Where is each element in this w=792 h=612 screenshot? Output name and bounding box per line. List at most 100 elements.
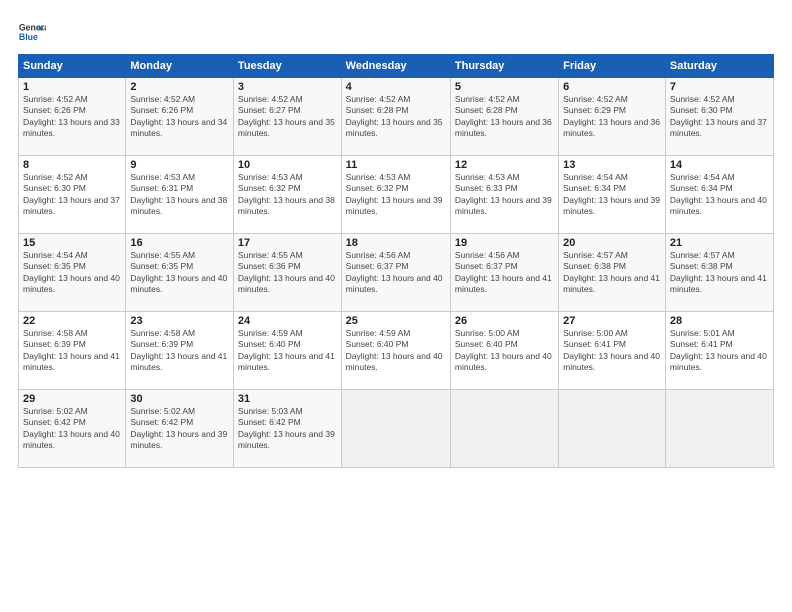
- calendar-day-cell: 29Sunrise: 5:02 AMSunset: 6:42 PMDayligh…: [19, 390, 126, 468]
- day-info: Sunrise: 4:54 AMSunset: 6:34 PMDaylight:…: [670, 172, 767, 216]
- day-number: 25: [346, 315, 446, 327]
- day-number: 13: [563, 159, 661, 171]
- calendar-day-cell: 18Sunrise: 4:56 AMSunset: 6:37 PMDayligh…: [341, 234, 450, 312]
- day-number: 2: [130, 81, 229, 93]
- calendar-day-cell: 10Sunrise: 4:53 AMSunset: 6:32 PMDayligh…: [233, 156, 341, 234]
- calendar-day-cell: 25Sunrise: 4:59 AMSunset: 6:40 PMDayligh…: [341, 312, 450, 390]
- day-info: Sunrise: 4:52 AMSunset: 6:30 PMDaylight:…: [23, 172, 120, 216]
- day-number: 6: [563, 81, 661, 93]
- svg-text:Blue: Blue: [19, 32, 38, 42]
- calendar-week-row: 8Sunrise: 4:52 AMSunset: 6:30 PMDaylight…: [19, 156, 774, 234]
- svg-text:General: General: [19, 22, 46, 32]
- day-info: Sunrise: 4:55 AMSunset: 6:35 PMDaylight:…: [130, 250, 227, 294]
- day-info: Sunrise: 4:57 AMSunset: 6:38 PMDaylight:…: [670, 250, 767, 294]
- calendar-day-cell: 2Sunrise: 4:52 AMSunset: 6:26 PMDaylight…: [126, 78, 234, 156]
- day-number: 12: [455, 159, 554, 171]
- calendar-day-cell: 9Sunrise: 4:53 AMSunset: 6:31 PMDaylight…: [126, 156, 234, 234]
- day-number: 10: [238, 159, 337, 171]
- calendar-day-cell: 22Sunrise: 4:58 AMSunset: 6:39 PMDayligh…: [19, 312, 126, 390]
- column-header-wednesday: Wednesday: [341, 55, 450, 78]
- day-number: 9: [130, 159, 229, 171]
- calendar-week-row: 29 Sunrise: 5:02 AMSunset: 6:42 PMDayligh…: [19, 390, 774, 468]
- day-number: 19: [455, 237, 554, 249]
- calendar-day-cell: 15Sunrise: 4:54 AMSunset: 6:35 PMDayligh…: [19, 234, 126, 312]
- calendar-header-row: SundayMondayTuesdayWednesdayThursdayFrid…: [19, 55, 774, 78]
- day-info: Sunrise: 4:56 AMSunset: 6:37 PMDaylight:…: [455, 250, 552, 294]
- day-number: 14: [670, 159, 769, 171]
- calendar-day-cell: 21Sunrise: 4:57 AMSunset: 6:38 PMDayligh…: [665, 234, 773, 312]
- day-info: Sunrise: 4:52 AMSunset: 6:29 PMDaylight:…: [563, 94, 660, 138]
- calendar-week-row: 22Sunrise: 4:58 AMSunset: 6:39 PMDayligh…: [19, 312, 774, 390]
- day-info: Sunrise: 4:56 AMSunset: 6:37 PMDaylight:…: [346, 250, 443, 294]
- day-info: Sunrise: 4:53 AMSunset: 6:31 PMDaylight:…: [130, 172, 227, 216]
- empty-day-cell: [450, 390, 558, 468]
- calendar-day-cell: 13Sunrise: 4:54 AMSunset: 6:34 PMDayligh…: [559, 156, 666, 234]
- day-info: Sunrise: 4:52 AMSunset: 6:28 PMDaylight:…: [346, 94, 443, 138]
- day-info: Sunrise: 4:53 AMSunset: 6:32 PMDaylight:…: [346, 172, 443, 216]
- day-number: 24: [238, 315, 337, 327]
- day-number: 27: [563, 315, 661, 327]
- day-info: Sunrise: 4:58 AMSunset: 6:39 PMDaylight:…: [130, 328, 227, 372]
- logo: General Blue: [18, 18, 46, 46]
- column-header-saturday: Saturday: [665, 55, 773, 78]
- calendar-table: SundayMondayTuesdayWednesdayThursdayFrid…: [18, 54, 774, 468]
- day-info: Sunrise: 5:00 AMSunset: 6:41 PMDaylight:…: [563, 328, 660, 372]
- day-info: Sunrise: 5:01 AMSunset: 6:41 PMDaylight:…: [670, 328, 767, 372]
- day-number: 11: [346, 159, 446, 171]
- header-area: General Blue: [18, 18, 774, 46]
- calendar-day-cell: 6Sunrise: 4:52 AMSunset: 6:29 PMDaylight…: [559, 78, 666, 156]
- column-header-sunday: Sunday: [19, 55, 126, 78]
- calendar-day-cell: 27Sunrise: 5:00 AMSunset: 6:41 PMDayligh…: [559, 312, 666, 390]
- day-number: 16: [130, 237, 229, 249]
- day-number: 5: [455, 81, 554, 93]
- day-info: Sunrise: 4:54 AMSunset: 6:34 PMDaylight:…: [563, 172, 660, 216]
- calendar-day-cell: 28Sunrise: 5:01 AMSunset: 6:41 PMDayligh…: [665, 312, 773, 390]
- day-number: 15: [23, 237, 121, 249]
- calendar-day-cell: 30Sunrise: 5:02 AMSunset: 6:42 PMDayligh…: [126, 390, 234, 468]
- day-number: 3: [238, 81, 337, 93]
- column-header-monday: Monday: [126, 55, 234, 78]
- day-info: Sunrise: 4:53 AMSunset: 6:33 PMDaylight:…: [455, 172, 552, 216]
- day-number: 26: [455, 315, 554, 327]
- day-number: 31: [238, 393, 337, 405]
- day-info: Sunrise: 5:02 AMSunset: 6:42 PMDaylight:…: [130, 406, 227, 450]
- day-number: 21: [670, 237, 769, 249]
- day-number: 22: [23, 315, 121, 327]
- day-info: Sunrise: 4:53 AMSunset: 6:32 PMDaylight:…: [238, 172, 335, 216]
- day-info: Sunrise: 4:52 AMSunset: 6:26 PMDaylight:…: [130, 94, 227, 138]
- day-number: 8: [23, 159, 121, 171]
- day-info: Sunrise: 5:00 AMSunset: 6:40 PMDaylight:…: [455, 328, 552, 372]
- column-header-tuesday: Tuesday: [233, 55, 341, 78]
- day-info: Sunrise: 4:52 AMSunset: 6:28 PMDaylight:…: [455, 94, 552, 138]
- day-number: 29: [23, 393, 121, 405]
- calendar-day-cell: 17Sunrise: 4:55 AMSunset: 6:36 PMDayligh…: [233, 234, 341, 312]
- day-number: 28: [670, 315, 769, 327]
- calendar-day-cell: 14Sunrise: 4:54 AMSunset: 6:34 PMDayligh…: [665, 156, 773, 234]
- day-info: Sunrise: 4:58 AMSunset: 6:39 PMDaylight:…: [23, 328, 120, 372]
- day-info: Sunrise: 4:52 AMSunset: 6:26 PMDaylight:…: [23, 94, 120, 138]
- column-header-friday: Friday: [559, 55, 666, 78]
- calendar-day-cell: 19Sunrise: 4:56 AMSunset: 6:37 PMDayligh…: [450, 234, 558, 312]
- empty-day-cell: [559, 390, 666, 468]
- calendar-day-cell: 31Sunrise: 5:03 AMSunset: 6:42 PMDayligh…: [233, 390, 341, 468]
- calendar-week-row: 1Sunrise: 4:52 AMSunset: 6:26 PMDaylight…: [19, 78, 774, 156]
- day-info: Sunrise: 4:54 AMSunset: 6:35 PMDaylight:…: [23, 250, 120, 294]
- day-number: 17: [238, 237, 337, 249]
- calendar-day-cell: 12Sunrise: 4:53 AMSunset: 6:33 PMDayligh…: [450, 156, 558, 234]
- calendar-day-cell: 5Sunrise: 4:52 AMSunset: 6:28 PMDaylight…: [450, 78, 558, 156]
- calendar-day-cell: 11Sunrise: 4:53 AMSunset: 6:32 PMDayligh…: [341, 156, 450, 234]
- calendar-day-cell: 8Sunrise: 4:52 AMSunset: 6:30 PMDaylight…: [19, 156, 126, 234]
- calendar-week-row: 15Sunrise: 4:54 AMSunset: 6:35 PMDayligh…: [19, 234, 774, 312]
- day-number: 23: [130, 315, 229, 327]
- day-number: 1: [23, 81, 121, 93]
- day-info: Sunrise: 5:03 AMSunset: 6:42 PMDaylight:…: [238, 406, 335, 450]
- day-info: Sunrise: 4:52 AMSunset: 6:30 PMDaylight:…: [670, 94, 767, 138]
- day-number: 4: [346, 81, 446, 93]
- day-info: Sunrise: 4:59 AMSunset: 6:40 PMDaylight:…: [238, 328, 335, 372]
- day-info: Sunrise: 4:52 AMSunset: 6:27 PMDaylight:…: [238, 94, 335, 138]
- day-info: Sunrise: 4:55 AMSunset: 6:36 PMDaylight:…: [238, 250, 335, 294]
- day-number: 18: [346, 237, 446, 249]
- day-info: Sunrise: 4:59 AMSunset: 6:40 PMDaylight:…: [346, 328, 443, 372]
- calendar-day-cell: 20Sunrise: 4:57 AMSunset: 6:38 PMDayligh…: [559, 234, 666, 312]
- calendar-day-cell: 4Sunrise: 4:52 AMSunset: 6:28 PMDaylight…: [341, 78, 450, 156]
